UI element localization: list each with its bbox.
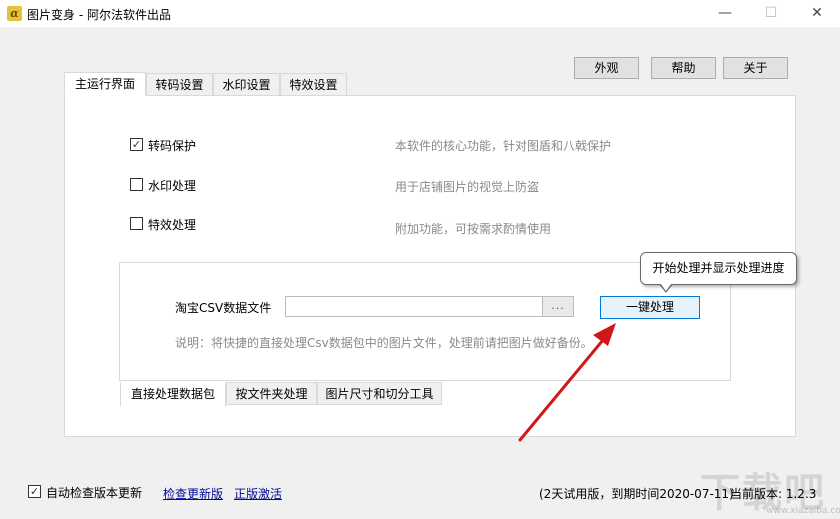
trial-status: (2天试用版，到期时间2020-07-11)	[539, 487, 734, 501]
tab-main[interactable]: 主运行界面	[64, 72, 146, 96]
activate-link[interactable]: 正版激活	[234, 485, 282, 502]
auto-check-checkbox[interactable]: ✓	[28, 485, 41, 498]
arrow-head	[593, 323, 616, 346]
auto-check-label: 自动检查版本更新	[46, 486, 143, 500]
auto-check-update[interactable]: ✓ 自动检查版本更新	[28, 484, 148, 500]
version-text: 当前版本: 1.2.3	[730, 487, 817, 501]
watermark-url: www.xiazaiba.com	[766, 506, 840, 516]
check-update-link[interactable]: 检查更新版	[163, 485, 223, 502]
arrow-shaft	[518, 338, 605, 442]
subtab-direct-package[interactable]: 直接处理数据包	[120, 382, 226, 407]
